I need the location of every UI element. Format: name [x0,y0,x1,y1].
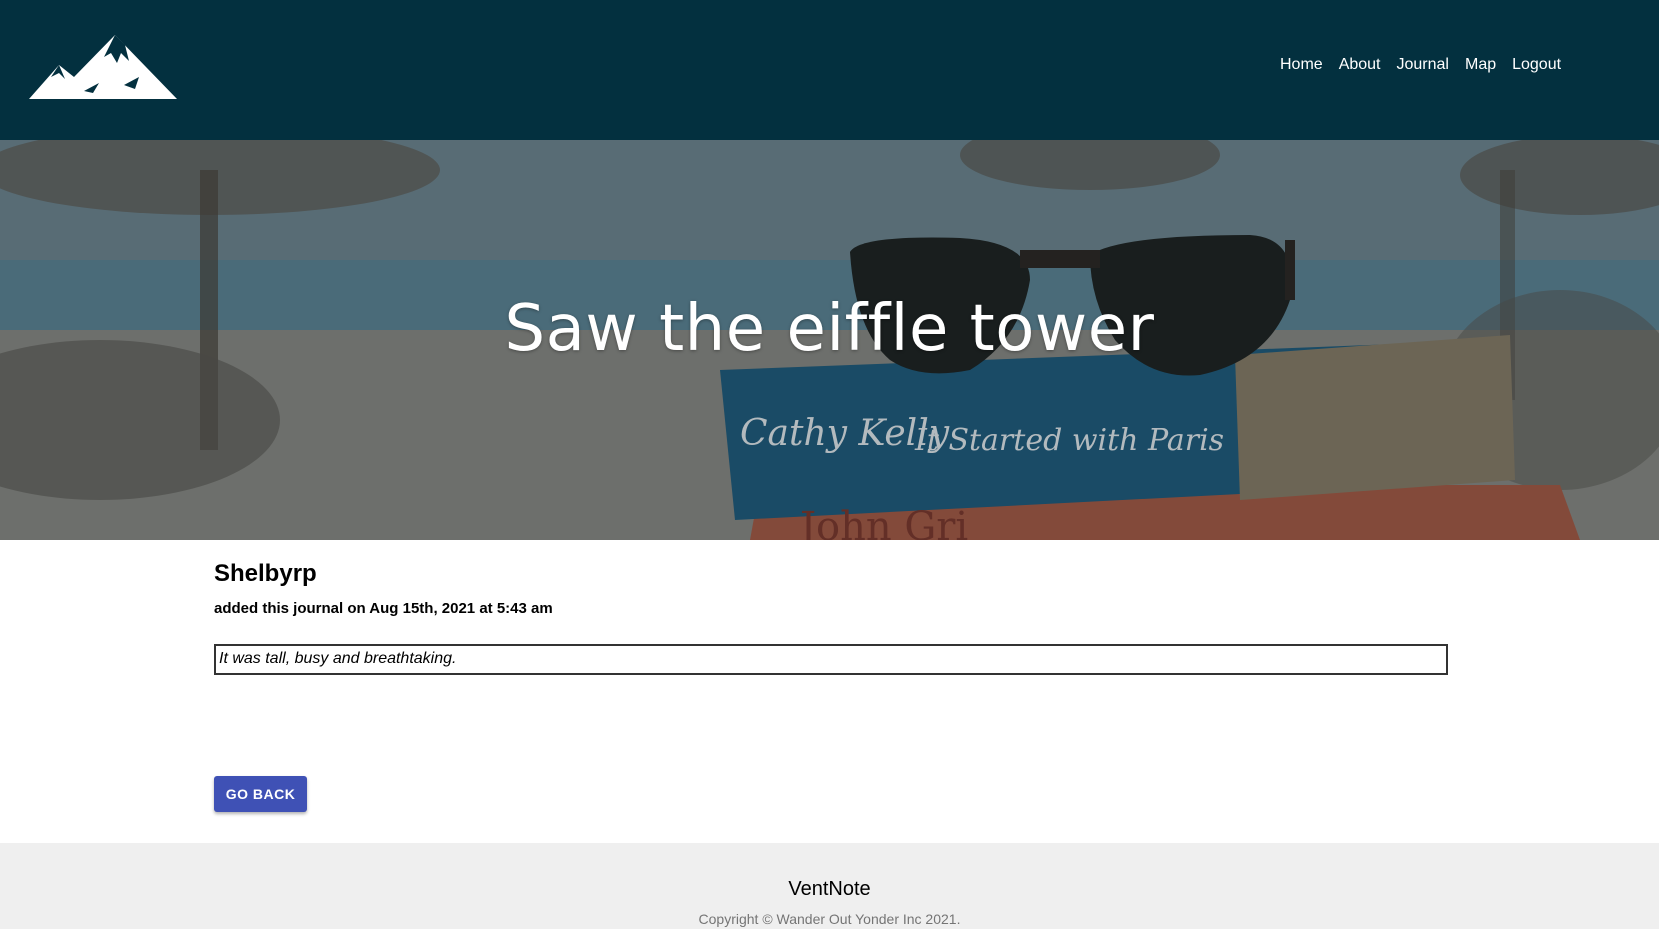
nav-about[interactable]: About [1339,56,1381,74]
nav-map[interactable]: Map [1465,56,1496,74]
mountain-logo-icon[interactable] [29,35,177,99]
journal-title: Saw the eiffle tower [504,292,1155,366]
journal-entry-text: It was tall, busy and breathtaking. [214,644,1448,675]
go-back-button[interactable]: GO BACK [214,776,307,812]
journal-content: Shelbyrp added this journal on Aug 15th,… [214,560,1448,812]
main-nav: Home About Journal Map Logout [1280,56,1577,74]
hero-banner: Cathy Kelly It Started with Paris John G… [0,140,1659,540]
journal-meta: added this journal on Aug 15th, 2021 at … [214,600,553,617]
nav-home[interactable]: Home [1280,56,1323,74]
site-header: Home About Journal Map Logout [0,0,1659,140]
nav-logout[interactable]: Logout [1512,56,1561,74]
footer-copyright: Copyright © Wander Out Yonder Inc 2021. [698,911,961,927]
footer-brand: VentNote [788,878,871,900]
site-footer: VentNote Copyright © Wander Out Yonder I… [0,843,1659,929]
journal-author: Shelbyrp [214,560,317,587]
nav-journal[interactable]: Journal [1397,56,1449,74]
